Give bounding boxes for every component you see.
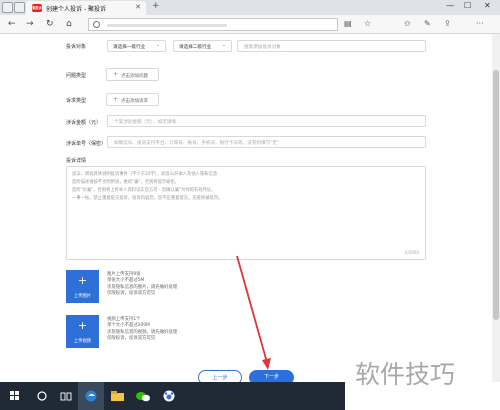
baidu-netdisk-icon[interactable]	[156, 382, 182, 410]
start-icon[interactable]	[0, 382, 30, 410]
wechat-icon[interactable]	[130, 382, 156, 410]
file-explorer-icon[interactable]	[104, 382, 130, 410]
task-view-icon[interactable]	[54, 382, 78, 410]
watermark-text: 软件技巧	[355, 360, 456, 389]
edge-browser-icon[interactable]	[78, 382, 104, 410]
search-icon[interactable]	[30, 382, 54, 410]
annotation-arrow	[236, 255, 271, 370]
taskbar	[0, 382, 345, 410]
